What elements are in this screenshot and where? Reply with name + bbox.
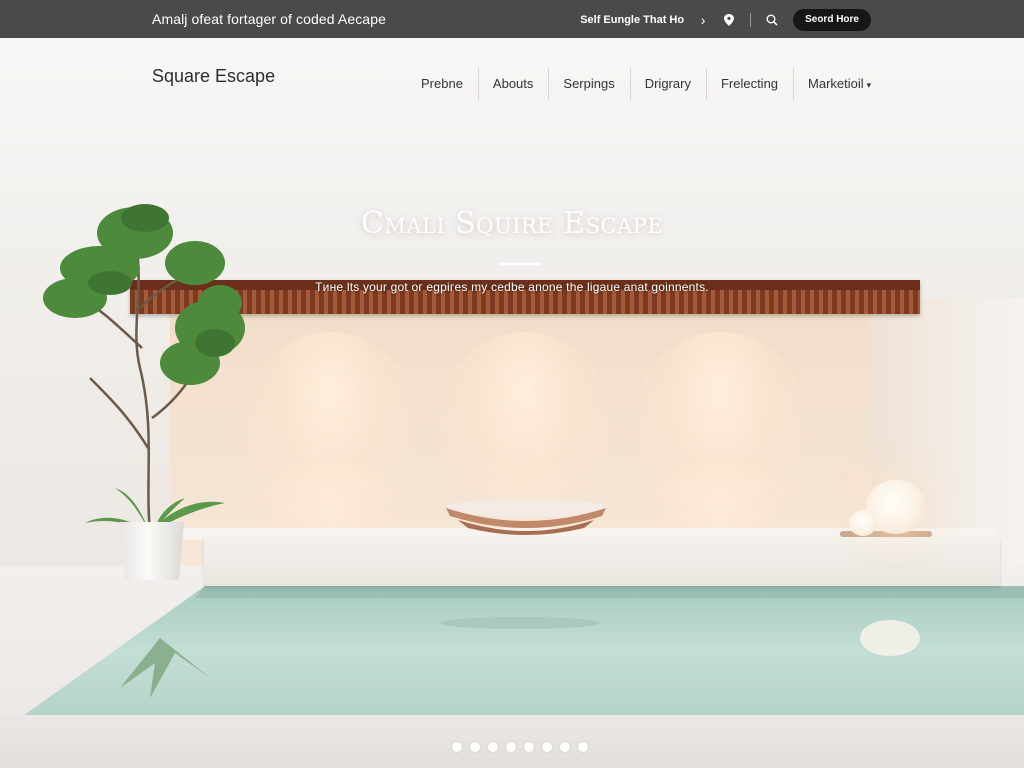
top-utility-bar: Amalj ofeat fortager of coded Aecape Sel… <box>0 0 1024 38</box>
utility-link[interactable]: Self Eungle That Ho <box>580 14 684 26</box>
topbar-actions: Self Eungle That Ho › Seord Hore <box>580 9 871 31</box>
stone-bench <box>204 536 1000 586</box>
promo-text: Amalj ofeat fortager of coded Aecape <box>152 11 386 27</box>
hero-subtitle: Tине lts your got oг egpiгes my cedbe an… <box>315 280 709 294</box>
cta-button[interactable]: Seord Hore <box>793 9 871 31</box>
main-nav: Prebne Abouts Serpings Drigrary Frelecti… <box>406 68 886 100</box>
chevron-down-icon: ▾ <box>866 80 872 90</box>
search-icon[interactable] <box>765 13 779 27</box>
site-logo[interactable]: Square Escape <box>152 66 275 87</box>
title-divider <box>500 263 540 265</box>
bowl-reflection <box>440 617 600 629</box>
chevron-right-icon[interactable]: › <box>698 12 708 28</box>
orb-lamp-small <box>849 510 877 536</box>
carousel-dot[interactable] <box>452 742 462 752</box>
nav-item-label: Marketioil <box>808 76 864 91</box>
carousel-dot[interactable] <box>542 742 552 752</box>
nav-item-marketioil[interactable]: Marketioil ▾ <box>793 68 886 100</box>
carousel-dot[interactable] <box>578 742 588 752</box>
carousel-dot[interactable] <box>506 742 516 752</box>
stone-bowl <box>446 499 606 535</box>
pool-edge-shadow <box>195 586 1024 598</box>
nav-item-label: Frelecting <box>720 76 779 91</box>
nav-item-drigrary[interactable]: Drigrary <box>629 68 706 100</box>
hero-section: Square Escape Prebne Abouts Serpings Dri… <box>0 38 1024 768</box>
carousel-dots <box>452 742 588 752</box>
carousel-dot[interactable] <box>560 742 570 752</box>
carousel-dot[interactable] <box>524 742 534 752</box>
orb-reflection <box>860 620 920 656</box>
nav-item-label: Prebne <box>421 76 463 91</box>
nav-item-label: Abouts <box>492 76 534 91</box>
nav-item-serpings[interactable]: Serpings <box>548 68 629 100</box>
carousel-dot[interactable] <box>470 742 480 752</box>
plant-pot <box>120 522 184 580</box>
nav-item-label: Serpings <box>563 76 615 91</box>
location-pin-icon[interactable] <box>722 13 736 27</box>
nav-item-prebne[interactable]: Prebne <box>406 68 478 100</box>
divider <box>750 13 752 27</box>
nav-item-label: Drigrary <box>644 76 691 91</box>
nav-item-frelecting[interactable]: Frelecting <box>705 68 793 100</box>
hero-title: Cmali Squire Escape <box>360 206 664 241</box>
nav-item-abouts[interactable]: Abouts <box>477 68 548 100</box>
carousel-dot[interactable] <box>488 742 498 752</box>
